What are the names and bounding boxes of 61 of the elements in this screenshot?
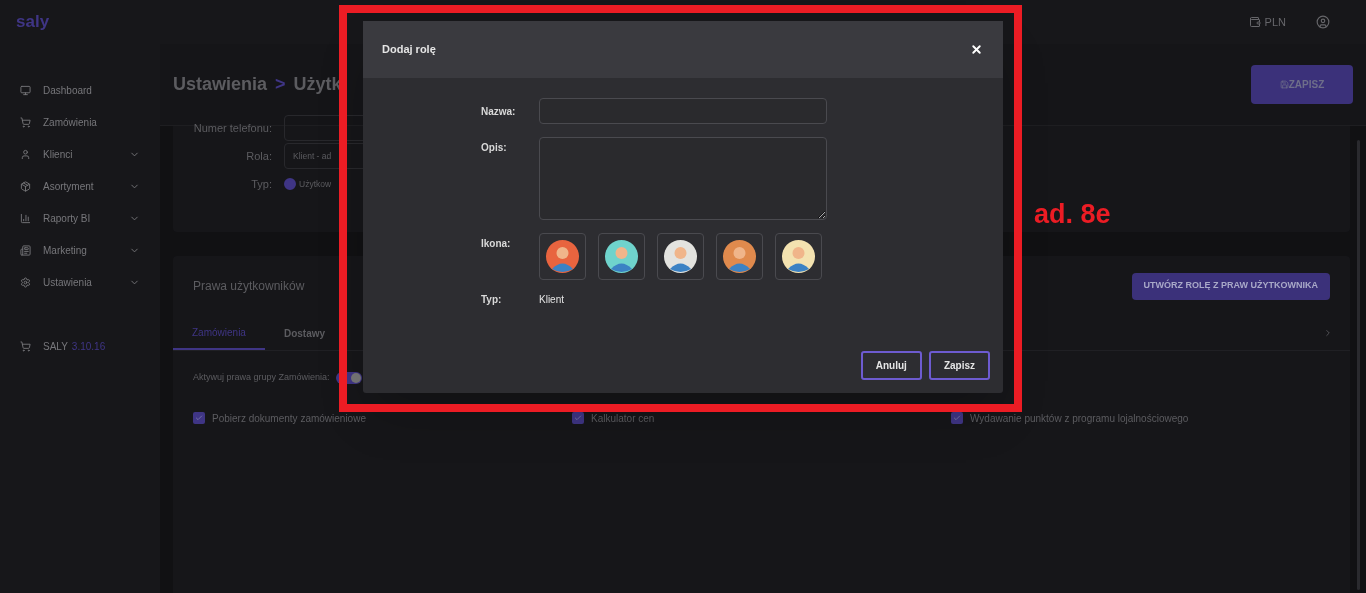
user-account-icon[interactable] xyxy=(1316,15,1330,29)
cart-icon xyxy=(20,116,31,128)
breadcrumb-item: Użytk xyxy=(293,73,342,96)
sidebar-item[interactable]: Dashboard xyxy=(20,74,140,106)
checkbox[interactable] xyxy=(572,412,584,424)
chart-icon xyxy=(20,212,31,224)
avatar-option[interactable] xyxy=(775,233,822,280)
chevron-right-icon[interactable] xyxy=(1323,328,1333,338)
user-icon xyxy=(20,148,31,160)
sidebar-item[interactable]: Zamówienia xyxy=(20,106,140,138)
version-number: 3.10.16 xyxy=(71,339,106,354)
monitor-icon xyxy=(20,84,31,96)
brand-logo: saly xyxy=(16,11,50,34)
check-icon xyxy=(195,414,203,422)
dialog-title: Dodaj rolę xyxy=(382,42,436,58)
save-button[interactable]: Zapisz xyxy=(928,351,990,380)
sidebar-item[interactable]: Marketing xyxy=(20,234,140,266)
currency-label[interactable]: PLN xyxy=(1264,13,1286,31)
field-label: Typ: xyxy=(250,176,272,192)
sidebar-item[interactable]: Klienci xyxy=(20,138,140,170)
sidebar-item[interactable]: Ustawienia xyxy=(20,266,140,298)
permission-label: Wydawanie punktów z programu lojalnościowego xyxy=(970,411,1189,426)
settings-icon xyxy=(20,276,31,288)
field-label: Nazwa: xyxy=(481,104,517,119)
sidebar-item[interactable]: Raporty BI xyxy=(20,202,140,234)
version-label: SALY xyxy=(43,339,68,354)
field-label: Opis: xyxy=(481,141,508,155)
checkbox[interactable] xyxy=(951,412,963,424)
avatar-option[interactable] xyxy=(657,233,704,280)
box-icon xyxy=(20,180,31,192)
field-label: Rola: xyxy=(245,148,272,164)
description-field[interactable] xyxy=(539,137,827,220)
newspaper-icon xyxy=(20,244,31,256)
wallet-icon xyxy=(1248,16,1261,28)
permission-label: Kalkulator cen xyxy=(591,411,655,426)
radio-option[interactable]: Użytkow xyxy=(284,177,332,191)
create-role-button[interactable]: UTWÓRZ ROLĘ Z PRAW UŻYTKOWNIKA xyxy=(1131,272,1330,300)
breadcrumb-item: Ustawienia xyxy=(173,73,268,96)
field-label: Typ: xyxy=(481,293,503,307)
name-field[interactable] xyxy=(539,98,827,124)
save-icon xyxy=(1279,80,1289,89)
card-title: Prawa użytkowników xyxy=(193,278,305,295)
check-icon xyxy=(953,414,961,422)
avatar-option[interactable] xyxy=(598,233,645,280)
permission-label: Pobierz dokumenty zamówieniowe xyxy=(212,411,366,426)
breadcrumb-separator: > xyxy=(275,73,286,96)
check-icon xyxy=(574,414,582,422)
sidebar-item[interactable]: Asortyment xyxy=(20,170,140,202)
tab[interactable]: Dostawy xyxy=(264,316,345,350)
annotation-label: ad. 8e xyxy=(1034,198,1111,231)
field-label: Ikona: xyxy=(481,237,512,251)
close-icon[interactable] xyxy=(970,43,983,56)
save-button[interactable]: ZAPISZ xyxy=(1251,65,1353,104)
toggle-label: Aktywuj prawa grupy Zamówienia: xyxy=(193,371,330,384)
avatar-option[interactable] xyxy=(539,233,586,280)
cart-icon xyxy=(20,340,31,352)
checkbox[interactable] xyxy=(193,412,205,424)
avatar-option[interactable] xyxy=(716,233,763,280)
type-value: Klient xyxy=(539,293,564,307)
field-label: Numer telefonu: xyxy=(192,120,272,136)
cancel-button[interactable]: Anuluj xyxy=(860,351,922,380)
